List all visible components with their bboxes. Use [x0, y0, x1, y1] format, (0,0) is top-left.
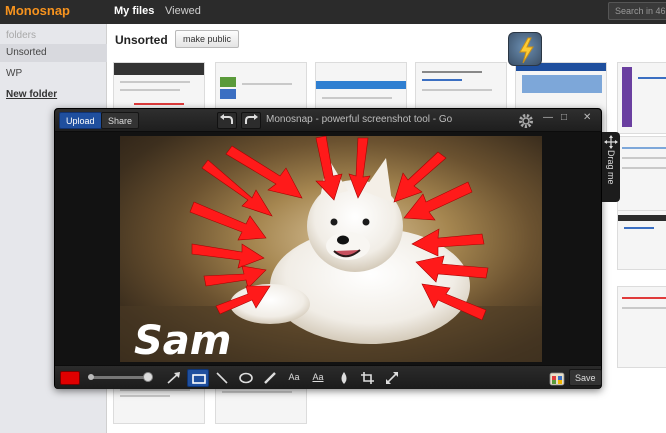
thumb-header — [114, 63, 204, 75]
monosnap-screen: Monosnap My files Viewed Search in 46 f … — [0, 0, 666, 433]
brand-logo[interactable]: Monosnap — [5, 3, 70, 18]
search-input[interactable]: Search in 46 f — [608, 2, 666, 20]
window-title: Monosnap - powerful screenshot tool - Go — [266, 114, 453, 125]
editor-title-bar[interactable]: Upload Share Monosnap - powerful screens… — [55, 109, 601, 132]
pen-icon — [264, 372, 276, 384]
share-button[interactable]: Share — [101, 112, 140, 129]
redo-icon — [245, 114, 258, 124]
slider-knob[interactable] — [143, 372, 153, 382]
line-tool[interactable] — [211, 369, 233, 387]
sidebar-item-wp[interactable]: WP — [0, 65, 107, 83]
thumb-block — [522, 75, 602, 93]
thumb-line — [622, 157, 666, 159]
dog-annotation-layer: Sam — [120, 136, 542, 362]
ellipse-icon — [239, 372, 253, 384]
upload-button[interactable]: Upload — [59, 112, 102, 129]
make-public-button[interactable]: make public — [175, 30, 240, 48]
nav-my-files[interactable]: My files — [114, 5, 154, 17]
file-thumbnail[interactable] — [617, 286, 666, 368]
text-tool-label: Aa — [288, 372, 300, 382]
text-bg-tool-label: Aa — [312, 372, 324, 382]
arrow-tool[interactable] — [163, 369, 185, 387]
thumb-line — [624, 227, 654, 229]
rectangle-icon — [192, 374, 206, 384]
thumb-line — [422, 89, 492, 91]
thumb-line — [638, 77, 666, 79]
thumb-header — [316, 81, 406, 89]
blur-tool[interactable] — [333, 369, 355, 387]
thumb-line — [622, 307, 666, 309]
file-thumbnail[interactable] — [617, 210, 666, 270]
thumb-line — [622, 297, 666, 299]
crop-icon — [361, 372, 374, 384]
thumb-line — [322, 97, 392, 99]
handwritten-name: Sam — [134, 318, 231, 362]
arrow-icon — [167, 372, 180, 384]
color-picker[interactable] — [60, 371, 80, 385]
sidebar-item-unsorted[interactable]: Unsorted — [0, 44, 107, 62]
thumb-line — [622, 167, 666, 169]
thumb-header — [618, 215, 666, 221]
monosnap-editor-window: Upload Share Monosnap - powerful screens… — [54, 108, 602, 389]
dog-right-eye — [362, 218, 370, 226]
rectangle-tool[interactable] — [187, 369, 209, 387]
resize-tool[interactable] — [381, 369, 403, 387]
thumb-line — [120, 395, 170, 397]
close-icon[interactable]: ✕ — [583, 112, 591, 123]
thumb-block — [220, 77, 236, 87]
thumb-line — [134, 103, 184, 105]
expand-icon — [386, 372, 398, 384]
editor-canvas[interactable]: Sam — [55, 132, 601, 365]
dog-left-eye — [330, 218, 338, 226]
new-folder-link[interactable]: New folder — [6, 89, 57, 100]
move-icon — [604, 135, 618, 149]
file-thumbnail[interactable] — [113, 384, 205, 424]
stroke-width-slider[interactable] — [91, 376, 149, 379]
thumb-block — [622, 67, 632, 127]
undo-icon — [220, 114, 233, 124]
file-thumbnail[interactable] — [617, 136, 666, 218]
crop-tool[interactable] — [357, 369, 379, 387]
pen-tool[interactable] — [259, 369, 281, 387]
thumb-line — [242, 83, 292, 85]
folder-title: Unsorted — [115, 33, 168, 47]
drop-icon — [341, 372, 347, 384]
thumb-line — [120, 89, 180, 91]
redo-button[interactable] — [241, 112, 261, 129]
file-thumbnail[interactable] — [215, 384, 307, 424]
undo-button[interactable] — [217, 112, 237, 129]
thumb-line — [622, 147, 666, 149]
drag-handle[interactable]: Drag me — [602, 132, 620, 202]
thumb-line — [422, 79, 462, 81]
lightning-icon[interactable] — [508, 32, 542, 66]
gear-icon[interactable] — [517, 112, 535, 130]
drag-label: Drag me — [606, 150, 616, 185]
minimize-icon[interactable]: — — [543, 112, 553, 123]
editor-toolbar: Aa Aa Save — [55, 365, 602, 389]
maximize-icon[interactable]: □ — [561, 112, 567, 123]
line-icon — [216, 372, 228, 384]
dog-nose — [337, 235, 349, 245]
thumb-block — [220, 89, 236, 99]
thumb-line — [422, 71, 482, 73]
file-thumbnail[interactable] — [617, 62, 666, 134]
top-bar: Monosnap My files Viewed Search in 46 f — [0, 0, 666, 24]
nav-viewed[interactable]: Viewed — [165, 5, 201, 17]
app-bag-icon[interactable] — [549, 369, 565, 386]
text-tool[interactable]: Aa — [283, 369, 305, 387]
thumb-line — [120, 81, 190, 83]
ellipse-tool[interactable] — [235, 369, 257, 387]
thumb-line — [120, 389, 190, 391]
thumb-line — [222, 391, 292, 393]
save-button[interactable]: Save — [569, 369, 602, 386]
text-background-tool[interactable]: Aa — [307, 369, 329, 387]
sidebar-heading: folders — [6, 30, 37, 41]
screenshot-image[interactable]: Sam — [120, 136, 542, 362]
slider-min-dot — [88, 374, 94, 380]
